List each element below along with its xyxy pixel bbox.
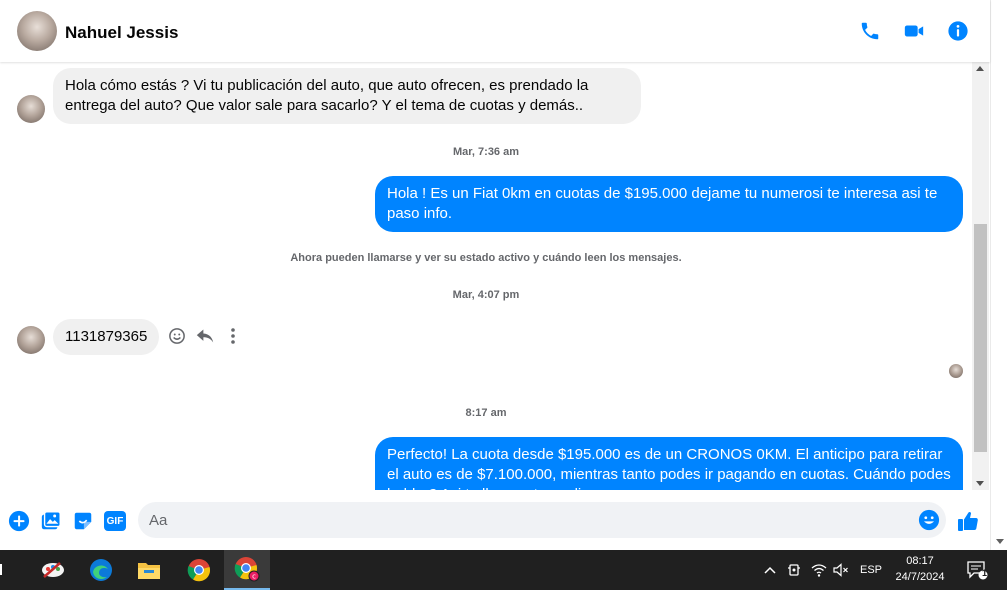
task-view-icon[interactable]	[0, 550, 10, 590]
sticker-icon[interactable]	[72, 510, 94, 532]
message-list[interactable]: Hola cómo estás ? Vi tu publicación del …	[0, 62, 972, 490]
outgoing-message[interactable]: Hola ! Es un Fiat 0km en cuotas de $195.…	[375, 176, 963, 232]
chrome-browser-icon[interactable]	[176, 550, 222, 590]
scroll-up-arrow-icon[interactable]	[976, 66, 984, 71]
clock-date: 24/7/2024	[895, 571, 945, 583]
outgoing-message[interactable]: Perfecto! La cuota desde $195.000 es de …	[375, 437, 963, 490]
reply-icon[interactable]	[195, 326, 215, 346]
react-emoji-icon[interactable]	[167, 326, 187, 346]
video-camera-icon[interactable]	[903, 20, 925, 42]
scroll-thumb[interactable]	[974, 224, 987, 452]
notification-center-icon[interactable]: 1	[962, 550, 992, 590]
conversation-header: Nahuel Jessis	[0, 0, 990, 62]
wifi-icon[interactable]	[808, 550, 830, 590]
info-icon[interactable]	[947, 20, 969, 42]
clock-time: 08:17	[906, 555, 934, 567]
windows-taskbar: c ESP 08:17 24/7/2024 1	[0, 550, 1007, 590]
incoming-message[interactable]: 1131879365	[53, 319, 160, 355]
more-options-icon[interactable]	[223, 326, 243, 346]
timestamp: Mar, 4:07 pm	[452, 289, 520, 301]
timestamp: 8:17 am	[465, 407, 507, 419]
message-actions	[167, 326, 243, 346]
show-hidden-icons-chevron-icon[interactable]	[760, 550, 780, 590]
gallery-icon[interactable]	[40, 510, 62, 532]
contact-avatar-small[interactable]	[17, 95, 45, 123]
message-input[interactable]	[138, 502, 898, 538]
scroll-down-arrow-icon[interactable]	[976, 481, 984, 486]
language-indicator[interactable]: ESP	[856, 550, 886, 590]
page-scrollbar[interactable]	[990, 0, 1007, 550]
plus-icon[interactable]	[8, 510, 30, 532]
gif-icon[interactable]: GIF	[104, 511, 126, 531]
notification-count: 1	[982, 568, 988, 578]
volume-muted-icon[interactable]	[830, 550, 852, 590]
system-clock[interactable]: 08:17 24/7/2024	[888, 553, 952, 585]
contact-name[interactable]: Nahuel Jessis	[65, 23, 178, 43]
incoming-message[interactable]: Hola cómo estás ? Vi tu publicación del …	[53, 68, 641, 124]
gif-label: GIF	[106, 515, 124, 527]
seen-avatar	[949, 364, 963, 378]
message-list-scrollbar[interactable]	[972, 62, 989, 490]
like-icon[interactable]	[956, 509, 980, 533]
chrome-profile-browser-icon[interactable]: c	[224, 550, 270, 590]
edge-browser-icon[interactable]	[78, 550, 124, 590]
paint-app-icon[interactable]	[30, 550, 76, 590]
contact-avatar[interactable]	[17, 11, 57, 51]
device-meeting-icon[interactable]	[784, 550, 804, 590]
system-notice: Ahora pueden llamarse y ver su estado ac…	[290, 252, 682, 264]
message-composer: GIF	[0, 490, 990, 550]
emoji-icon[interactable]	[918, 509, 940, 531]
page-scroll-down-arrow-icon[interactable]	[996, 539, 1004, 544]
svg-text:c: c	[252, 573, 256, 581]
timestamp: Mar, 7:36 am	[452, 146, 520, 158]
message-input-container	[138, 502, 946, 538]
phone-icon[interactable]	[859, 20, 881, 42]
contact-avatar-small[interactable]	[17, 326, 45, 354]
file-explorer-icon[interactable]	[126, 550, 172, 590]
